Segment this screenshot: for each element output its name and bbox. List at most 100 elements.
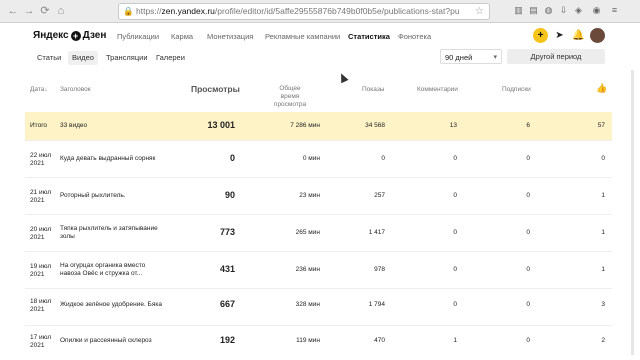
col-comments[interactable]: Комментарии	[417, 86, 458, 94]
row-views: 431	[219, 264, 235, 274]
tab-galleries[interactable]: Галереи	[156, 51, 185, 65]
row-subs: 0	[526, 229, 530, 236]
forward-icon[interactable]: →	[22, 4, 36, 18]
nav-statistics[interactable]: Статистика	[348, 32, 390, 41]
period-select-value: 90 дней	[445, 53, 473, 62]
logo-text-1: Яндекс	[33, 30, 69, 41]
bookmark-star-icon[interactable]: ☆	[475, 4, 484, 19]
library-icon[interactable]: ▥	[512, 4, 525, 17]
other-period-button[interactable]: Другой период	[507, 49, 605, 64]
url-prefix: https://	[136, 6, 162, 16]
row-title[interactable]: На огурцах органика вместо навоза Овёс и …	[60, 262, 145, 278]
firefox-icon[interactable]: ◉	[590, 4, 603, 17]
downloads-icon[interactable]: ⇩	[557, 4, 570, 17]
total-time: 7 286 мин	[290, 122, 320, 129]
chevron-down-icon: ▾	[493, 54, 497, 61]
row-time: 119 мин	[296, 337, 320, 344]
row-time: 236 мин	[295, 266, 320, 273]
row-date-day: 17 июл	[30, 334, 52, 341]
table-row[interactable]: 17 июл 2021 Опилки и рассеянный склероз 1…	[25, 326, 612, 360]
send-icon[interactable]: ➤	[552, 28, 567, 43]
row-views: 773	[219, 227, 235, 237]
col-title[interactable]: Заголовок	[60, 86, 91, 94]
row-date-day: 22 июл	[30, 152, 52, 159]
tab-streams[interactable]: Трансляции	[106, 51, 148, 65]
row-date-year: 2021	[30, 306, 45, 313]
total-likes: 57	[597, 122, 605, 129]
row-subs: 0	[526, 337, 530, 344]
logo-text-2: Дзен	[82, 30, 107, 41]
row-title[interactable]: Куда девать выдранный сорняк	[60, 155, 155, 163]
row-comments: 1	[453, 337, 457, 344]
nav-ad-campaigns[interactable]: Рекламные кампании	[265, 32, 340, 41]
row-date-year: 2021	[30, 197, 45, 204]
total-views: 13 001	[207, 120, 235, 130]
row-date-day: 21 июл	[30, 189, 52, 196]
row-comments: 0	[453, 192, 457, 199]
col-views[interactable]: Просмотры	[191, 85, 240, 94]
row-title[interactable]: Жидкое зелёное удобрение. Бяка	[60, 301, 162, 309]
nav-publications[interactable]: Публикации	[117, 32, 159, 41]
avatar[interactable]	[590, 28, 605, 43]
row-title-line1: Роторный рыхлитель.	[60, 192, 126, 199]
row-likes: 3	[601, 301, 605, 308]
row-date: 20 июл 2021	[30, 226, 51, 242]
total-shows: 34 568	[365, 122, 385, 129]
table-row[interactable]: 21 июл 2021 Роторный рыхлитель. 90 23 мин…	[25, 178, 612, 215]
row-likes: 1	[601, 229, 605, 236]
row-subs: 0	[526, 266, 530, 273]
back-icon[interactable]: ←	[6, 4, 20, 18]
row-likes: 0	[601, 155, 605, 162]
row-likes: 2	[601, 337, 605, 344]
row-date: 19 июл 2021	[30, 263, 51, 279]
create-plus-icon[interactable]: +	[533, 28, 548, 43]
row-date-year: 2021	[30, 271, 45, 278]
thumbs-up-icon[interactable]: 👍	[596, 84, 607, 93]
total-row: Итого 33 видео 13 001 7 286 мин 34 568 1…	[25, 112, 612, 141]
table-row[interactable]: 19 июл 2021 На огурцах органика вместо нав…	[25, 252, 612, 289]
total-label: Итого	[30, 122, 48, 129]
nav-karma[interactable]: Карма	[171, 32, 193, 41]
row-subs: 0	[526, 192, 530, 199]
row-title[interactable]: Тяпка рыхлитель и затяпывание золы	[60, 225, 158, 241]
row-date-day: 20 июл	[30, 226, 52, 233]
sidebar-icon[interactable]: ▤	[527, 4, 540, 17]
home-icon[interactable]: ⌂	[54, 4, 68, 18]
nav-monetization[interactable]: Монетизация	[207, 32, 253, 41]
table-row[interactable]: 22 июл 2021 Куда девать выдранный сорняк …	[25, 141, 612, 178]
row-shows: 978	[374, 266, 385, 273]
period-select[interactable]: 90 дней ▾	[440, 49, 502, 64]
table-row[interactable]: 18 июл 2021 Жидкое зелёное удобрение. Бяк…	[25, 289, 612, 326]
col-watch-time-2: просмотра	[273, 101, 307, 108]
row-title-line1: Жидкое зелёное удобрение. Бяка	[60, 301, 162, 308]
menu-icon[interactable]: ≡	[608, 4, 621, 17]
row-views: 192	[219, 335, 235, 345]
row-date-year: 2021	[30, 342, 45, 349]
col-subscriptions[interactable]: Подписки	[502, 86, 531, 94]
row-title[interactable]: Опилки и рассеянный склероз	[60, 337, 152, 345]
reload-icon[interactable]: ⟳	[38, 4, 52, 18]
col-date[interactable]: Дата↓	[30, 86, 48, 94]
app-header: Яндекс + Дзен Публикации Карма Монетизация…	[0, 23, 640, 49]
page-scrollbar[interactable]	[631, 70, 634, 355]
sort-down-icon: ↓	[44, 86, 48, 93]
col-shows[interactable]: Показы	[362, 86, 384, 94]
row-title-line2: золы	[60, 233, 75, 240]
address-bar[interactable]: 🔒 https://zen.yandex.ru/profile/editor/id…	[118, 3, 490, 20]
row-shows: 257	[374, 192, 385, 199]
row-time: 328 мин	[295, 301, 320, 308]
notifications-bell-icon[interactable]: 🔔	[571, 28, 586, 43]
row-likes: 1	[601, 266, 605, 273]
tab-articles[interactable]: Статьи	[37, 51, 61, 65]
row-title-line1: Тяпка рыхлитель и затяпывание	[60, 225, 158, 232]
zen-logo[interactable]: Яндекс + Дзен	[33, 30, 106, 41]
nav-phonoteka[interactable]: Фонотека	[398, 32, 431, 41]
row-likes: 1	[601, 192, 605, 199]
addon-icon[interactable]: ◈	[572, 4, 585, 17]
table-row[interactable]: 20 июл 2021 Тяпка рыхлитель и затяпывание…	[25, 215, 612, 252]
col-watch-time[interactable]: Общее время просмотра	[271, 85, 309, 109]
url-path: /profile/editor/id/5affe29555876b749b0f0…	[214, 6, 460, 16]
row-title[interactable]: Роторный рыхлитель.	[60, 192, 126, 200]
tab-video[interactable]: Видео	[68, 51, 98, 65]
extension-icon[interactable]: ◍	[542, 4, 555, 17]
